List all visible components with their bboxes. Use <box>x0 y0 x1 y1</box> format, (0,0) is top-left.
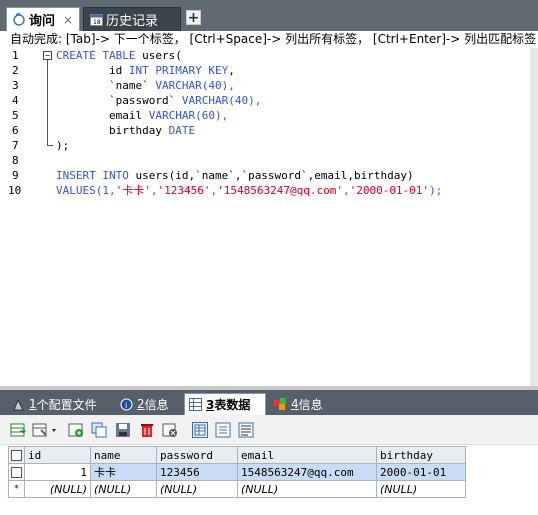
line-number: 4 <box>12 94 19 107</box>
code-line: VALUES(1,'卡卡','123456','1548563247@qq.co… <box>56 184 443 197</box>
cell-null[interactable]: (NULL) <box>376 480 466 498</box>
cell-null[interactable]: (NULL) <box>156 480 238 498</box>
line-number-gutter: 1 2 3 4 5 6 7 8 9 10 <box>0 48 36 386</box>
info-icon: i <box>120 398 133 411</box>
query-icon <box>13 13 26 26</box>
column-header-id[interactable]: id <box>24 446 91 464</box>
grid-header-row: id name password email birthday <box>8 446 466 464</box>
column-header-password[interactable]: password <box>156 446 238 464</box>
save-icon[interactable] <box>115 422 131 438</box>
code-line: CREATE TABLE users( <box>56 49 182 62</box>
sql-editor[interactable]: 1 2 3 4 5 6 7 8 9 10 − CREATE TABLE user… <box>0 48 530 386</box>
line-number: 7 <box>12 139 19 152</box>
table-icon <box>189 398 202 411</box>
calendar-icon: 18 <box>90 13 103 26</box>
tab-query-label: 询问 <box>29 14 56 29</box>
cell-name[interactable]: 卡卡 <box>90 463 157 481</box>
cell-password[interactable]: 123456 <box>156 463 238 481</box>
profile-icon <box>12 398 25 411</box>
column-header-email[interactable]: email <box>237 446 377 464</box>
duplicate-row-icon[interactable] <box>91 422 107 438</box>
tab-messages-2[interactable]: i 2 信息 <box>116 393 178 415</box>
tab-table-data[interactable]: 3 表数据 <box>184 393 266 415</box>
code-line: ); <box>56 139 70 152</box>
code-line: `name` VARCHAR(40), <box>56 79 235 92</box>
row-checkbox[interactable] <box>8 463 25 481</box>
cell-email[interactable]: 1548563247@qq.com <box>237 463 377 481</box>
code-line: id INT PRIMARY KEY, <box>56 64 235 77</box>
cancel-changes-icon[interactable] <box>162 422 178 438</box>
column-header-birthday[interactable]: birthday <box>376 446 466 464</box>
code-line: birthday DATE <box>56 124 196 137</box>
form-view-icon[interactable] <box>215 422 231 438</box>
add-row-icon[interactable] <box>68 422 84 438</box>
code-line: INSERT INTO users(id,`name`,`password`,e… <box>56 169 414 182</box>
line-number: 6 <box>12 124 19 137</box>
tab-query[interactable]: 询问 × <box>6 7 80 31</box>
new-row-marker: * <box>8 480 25 498</box>
line-number: 2 <box>12 64 19 77</box>
fold-toggle-icon[interactable]: − <box>43 51 52 60</box>
column-header-name[interactable]: name <box>90 446 157 464</box>
table-row[interactable]: 1 卡卡 123456 1548563247@qq.com 2000-01-01 <box>8 463 466 481</box>
fold-guide-end <box>47 145 53 146</box>
line-number: 1 <box>12 49 19 62</box>
tab-history-label: 历史记录 <box>106 14 159 29</box>
colored-blocks-icon <box>274 397 287 411</box>
code-line: email VARCHAR(60), <box>56 109 229 122</box>
cell-null[interactable]: (NULL) <box>90 480 157 498</box>
grid-view-icon[interactable] <box>192 422 208 438</box>
autocomplete-hint: 自动完成: [Tab]-> 下一个标签， [Ctrl+Space]-> 列出所有… <box>0 31 538 48</box>
tab-history[interactable]: 18 历史记录 <box>83 7 181 31</box>
export-grid-icon[interactable] <box>10 422 27 438</box>
result-tab-bar: 1 个配置文件 i 2 信息 3 表数据 4 信息 <box>0 390 538 415</box>
text-view-icon[interactable] <box>238 422 254 438</box>
line-number: 3 <box>12 79 19 92</box>
cell-birthday[interactable]: 2000-01-01 <box>376 463 466 481</box>
fold-guide <box>47 60 48 145</box>
new-row[interactable]: * (NULL) (NULL) (NULL) (NULL) (NULL) <box>8 480 466 498</box>
line-number: 10 <box>8 184 22 197</box>
delete-icon[interactable] <box>139 422 155 438</box>
svg-text:i: i <box>125 401 127 410</box>
code-line: `password` VARCHAR(40), <box>56 94 262 107</box>
result-grid[interactable]: id name password email birthday 1 卡卡 123… <box>8 446 466 498</box>
tab-messages-4[interactable]: 4 信息 <box>270 393 332 415</box>
line-number: 5 <box>12 109 19 122</box>
close-icon[interactable]: × <box>63 13 73 27</box>
result-toolbar <box>0 415 538 445</box>
line-number: 8 <box>12 154 19 167</box>
autocomplete-hint-text: 自动完成: [Tab]-> 下一个标签， [Ctrl+Space]-> 列出所有… <box>10 32 537 46</box>
cell-null[interactable]: (NULL) <box>237 480 377 498</box>
cell-id[interactable]: 1 <box>24 463 91 481</box>
select-all-checkbox[interactable] <box>8 446 25 464</box>
add-tab-button[interactable]: + <box>186 10 201 25</box>
editor-scrollbar[interactable] <box>530 48 538 386</box>
svg-text:18: 18 <box>93 19 101 26</box>
import-dropdown-icon[interactable] <box>32 422 58 438</box>
cell-null[interactable]: (NULL) <box>24 480 91 498</box>
line-number: 9 <box>12 169 19 182</box>
editor-tab-bar: 询问 × 18 历史记录 + <box>0 0 538 31</box>
tab-profiles[interactable]: 1 个配置文件 <box>8 393 108 415</box>
